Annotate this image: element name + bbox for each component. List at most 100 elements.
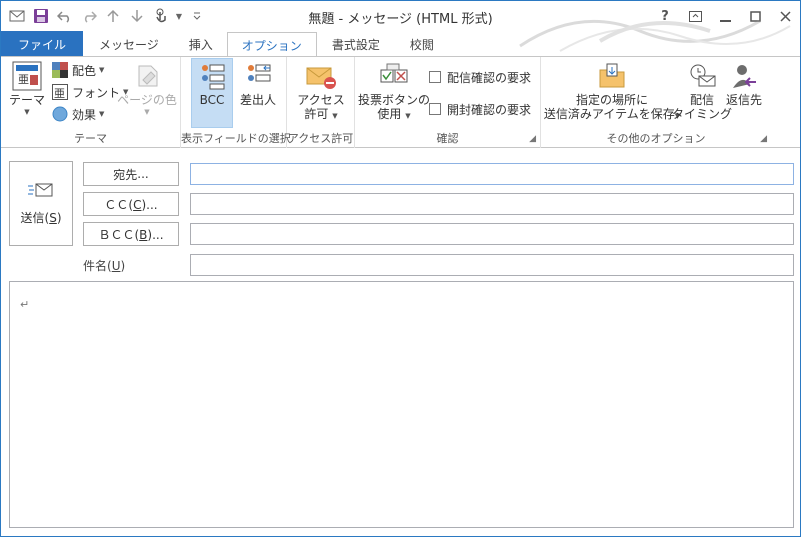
undo-icon[interactable] [53, 5, 77, 27]
bcc-toggle-button[interactable]: BCC [191, 58, 233, 128]
cc-field[interactable] [190, 193, 794, 215]
to-button-label: 宛先 [113, 167, 138, 182]
minimize-button[interactable] [710, 1, 740, 31]
bcc-label: BCC [199, 93, 225, 107]
customize-qat-icon[interactable] [185, 5, 209, 27]
delay-delivery-label-line1: 配信 [689, 93, 714, 107]
bcc-field[interactable] [190, 223, 794, 245]
page-color-button[interactable]: ページの色 ▼ [117, 59, 177, 117]
tracking-dialog-launcher-icon[interactable]: ◢ [529, 134, 536, 144]
theme-button[interactable]: 亜 テーマ ▼ [7, 59, 47, 117]
tracking-group: 投票ボタンの 使用 ▼ 配信確認の要求 開封確認の要求 確認 ◢ [355, 57, 541, 148]
theme-icon: 亜 [10, 59, 44, 93]
effects-button[interactable]: 効果 ▼ [51, 104, 104, 124]
svg-text:亜: 亜 [54, 87, 65, 100]
bcc-button[interactable]: ＢＣＣ(B)... [83, 222, 179, 246]
delay-delivery-button[interactable]: 配信 タイミング [672, 59, 732, 121]
bcc-button-label: ＢＣＣ(B)... [98, 227, 164, 242]
permission-label-line2: 許可 ▼ [304, 107, 338, 121]
send-envelope-icon [28, 183, 53, 197]
theme-dropdown-icon: ▼ [24, 108, 30, 116]
subject-field[interactable] [190, 254, 794, 276]
previous-item-icon[interactable] [101, 5, 125, 27]
show-fields-group-label: 表示フィールドの選択 [181, 132, 291, 145]
svg-text:亜: 亜 [18, 73, 29, 86]
send-button[interactable]: 送信(S) [9, 161, 73, 246]
read-receipt-label: 開封確認の要求 [447, 102, 532, 117]
colors-label: 配色 [72, 63, 97, 78]
reply-to-label: 返信先 [725, 93, 762, 107]
colors-icon [51, 61, 69, 79]
colors-dropdown-icon: ▼ [99, 66, 105, 74]
permission-dropdown-icon: ▼ [332, 112, 338, 120]
voting-label-line2: 使用 ▼ [377, 107, 411, 121]
reply-to-icon [727, 59, 761, 93]
touch-mode-icon[interactable] [149, 5, 173, 27]
subject-label: 件名(U) [83, 259, 126, 273]
effects-dropdown-icon: ▼ [99, 110, 105, 118]
fonts-icon: 亜 [51, 83, 69, 101]
app-mail-icon[interactable] [5, 5, 29, 27]
maximize-button[interactable] [740, 1, 770, 31]
redo-icon[interactable] [77, 5, 101, 27]
delivery-receipt-box[interactable] [429, 71, 441, 83]
tab-review[interactable]: 校閲 [395, 31, 449, 56]
tab-options[interactable]: オプション [226, 32, 317, 57]
permission-group: アクセス 許可 ▼ アクセス許可 [287, 57, 355, 148]
fonts-label: フォント [72, 85, 121, 100]
to-button-ellipsis: ... [137, 167, 149, 181]
colors-button[interactable]: 配色 ▼ [51, 60, 104, 80]
save-icon[interactable] [29, 5, 53, 27]
help-button[interactable]: ? [650, 1, 680, 31]
close-button[interactable] [770, 1, 800, 31]
window-controls: ? [650, 1, 800, 31]
more-options-dialog-launcher-icon[interactable]: ◢ [760, 134, 767, 144]
voting-dropdown-icon: ▼ [405, 112, 411, 120]
from-icon [241, 59, 275, 93]
cc-button-label: ＣＣ(C)... [104, 197, 158, 212]
page-color-dropdown-icon: ▼ [144, 108, 150, 116]
ribbon: 亜 テーマ ▼ 配色 ▼ 亜 フォント ▼ 効果 ▼ ページの色 ▼ テーマ B… [1, 56, 800, 148]
message-body[interactable]: ↵ [9, 281, 794, 528]
to-field[interactable] [190, 163, 794, 185]
save-sent-label-line1: 指定の場所に [575, 93, 648, 107]
paragraph-mark: ↵ [20, 298, 30, 311]
read-receipt-checkbox[interactable]: 開封確認の要求 [429, 99, 531, 119]
reply-to-button[interactable]: 返信先 [725, 59, 763, 107]
theme-group-label: テーマ [74, 132, 107, 145]
permission-envelope-icon [304, 59, 338, 93]
effects-label: 効果 [72, 107, 97, 122]
save-sent-label-line2: 送信済みアイテムを保存▼ [543, 107, 681, 121]
delivery-receipt-label: 配信確認の要求 [447, 70, 532, 85]
delay-delivery-label-line2: タイミング [672, 107, 733, 121]
compose-window: ▼ 無題 - メッセージ (HTML 形式) ? ファイル メッセージ 挿入 オ… [0, 0, 801, 537]
bcc-icon [195, 59, 229, 93]
quick-access-toolbar: ▼ [5, 5, 209, 27]
tab-message[interactable]: メッセージ [83, 31, 175, 56]
theme-label: テーマ [8, 93, 45, 107]
permission-button[interactable]: アクセス 許可 ▼ [293, 59, 349, 121]
touch-dropdown-icon[interactable]: ▼ [173, 5, 185, 27]
voting-label-line1: 投票ボタンの [358, 93, 431, 107]
delay-delivery-icon [685, 59, 719, 93]
cc-button[interactable]: ＣＣ(C)... [83, 192, 179, 216]
from-label: 差出人 [239, 93, 276, 107]
to-button[interactable]: 宛先... [83, 162, 179, 186]
effects-icon [51, 105, 69, 123]
save-sent-folder-icon [595, 59, 629, 93]
tab-insert[interactable]: 挿入 [175, 31, 227, 56]
voting-buttons-button[interactable]: 投票ボタンの 使用 ▼ [358, 59, 431, 121]
ribbon-tabs: ファイル メッセージ 挿入 オプション 書式設定 校閲 [1, 31, 800, 57]
voting-icon [377, 59, 411, 93]
next-item-icon[interactable] [125, 5, 149, 27]
tab-format-text[interactable]: 書式設定 [317, 31, 395, 56]
from-toggle-button[interactable]: 差出人 [237, 59, 279, 107]
save-sent-item-to-button[interactable]: 指定の場所に 送信済みアイテムを保存▼ [543, 59, 681, 121]
tracking-group-label: 確認 [436, 132, 459, 145]
tab-file[interactable]: ファイル [1, 31, 84, 56]
delivery-receipt-checkbox[interactable]: 配信確認の要求 [429, 67, 531, 87]
read-receipt-box[interactable] [429, 103, 441, 115]
page-color-label: ページの色 [117, 93, 177, 107]
ribbon-display-options-button[interactable] [680, 1, 710, 31]
show-fields-group: BCC 差出人 表示フィールドの選択 [181, 57, 291, 148]
